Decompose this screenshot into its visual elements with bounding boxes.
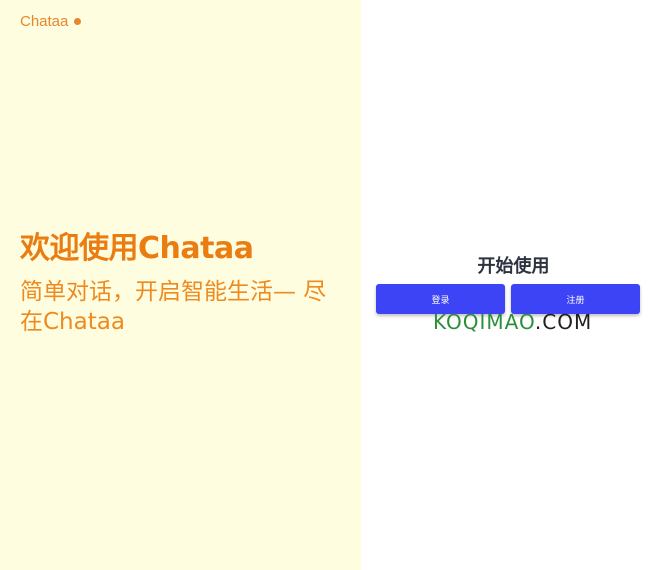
brand-name: Chataa	[20, 13, 69, 30]
watermark: KOQIMAO.COM	[433, 310, 592, 334]
brand-logo[interactable]: Chataa	[20, 13, 82, 30]
hero-subtitle: 简单对话，开启智能生活— 尽在Chataa	[20, 279, 327, 335]
hero-title: 欢迎使用Chataa	[20, 231, 254, 266]
brand-dot-icon	[74, 18, 82, 25]
welcome-panel: Chataa 欢迎使用Chataa 简单对话，开启智能生活— 尽在Chataa	[0, 0, 361, 570]
watermark-text: KOQIMAO	[433, 310, 535, 334]
auth-panel: 开始使用 登录 注册 KOQIMAO.COM	[361, 0, 666, 570]
page: Chataa 欢迎使用Chataa 简单对话，开启智能生活— 尽在Chataa …	[0, 0, 666, 570]
get-started-heading: 开始使用	[477, 256, 550, 277]
watermark-domain: .COM	[534, 310, 593, 334]
hero: 欢迎使用Chataa 简单对话，开启智能生活— 尽在Chataa	[20, 229, 350, 337]
